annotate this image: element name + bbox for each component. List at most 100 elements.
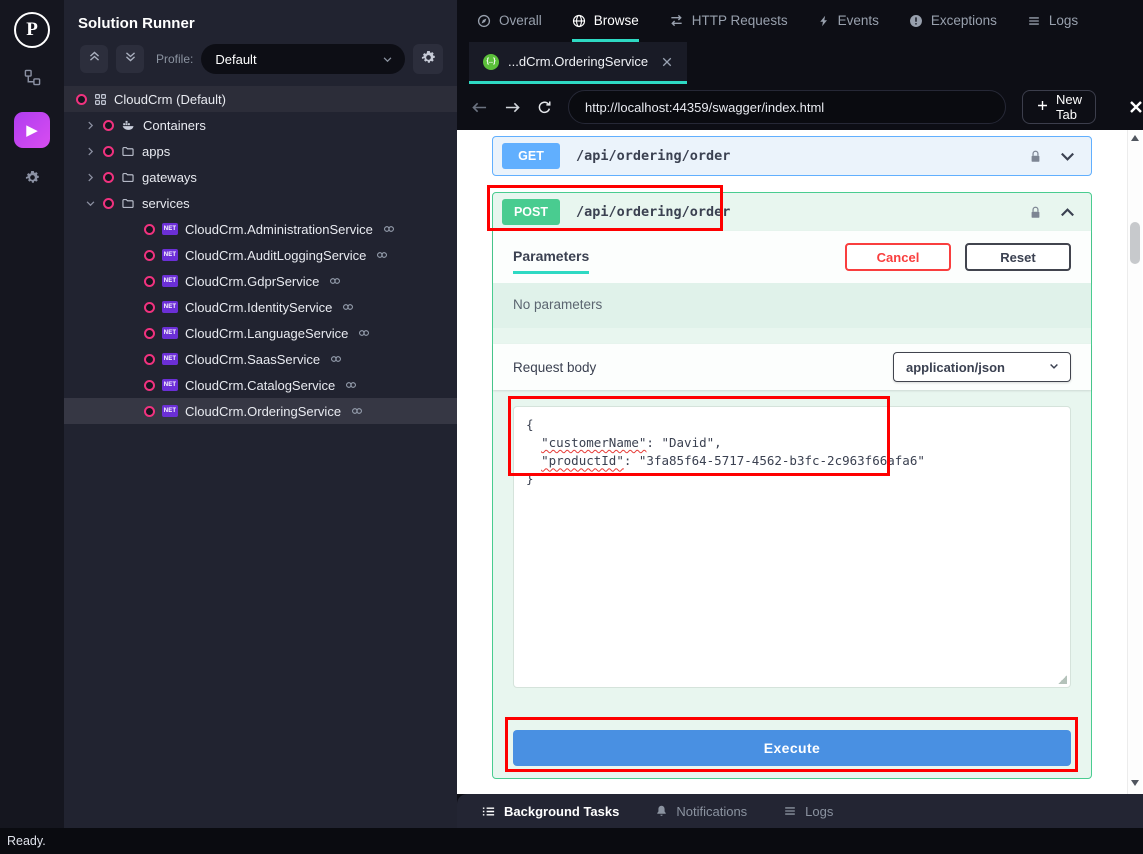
post-operation-header[interactable]: POST /api/ordering/order	[493, 193, 1091, 231]
globe-icon	[572, 14, 586, 28]
tree-item-services[interactable]: services	[64, 190, 457, 216]
chevron-right-icon[interactable]	[84, 120, 96, 131]
tree-item-apps[interactable]: apps	[64, 138, 457, 164]
tab-label: Logs	[1049, 13, 1078, 28]
chevron-right-icon[interactable]	[84, 146, 96, 157]
tree-item-cloudcrm-saasservice[interactable]: NET CloudCrm.SaasService	[64, 346, 457, 372]
vertical-scrollbar[interactable]	[1127, 130, 1142, 794]
tree-item-label: CloudCrm.AuditLoggingService	[185, 248, 366, 263]
address-bar	[568, 90, 1006, 124]
browser-nav-bar: New Tab	[457, 84, 1143, 130]
tree-item-gateways[interactable]: gateways	[64, 164, 457, 190]
profile-dropdown[interactable]: Default	[201, 44, 405, 74]
lock-icon[interactable]	[1029, 149, 1042, 164]
tree-item-cloudcrm-administrationservice[interactable]: NETCloudCrm.AdministrationService	[64, 216, 457, 242]
no-parameters-text: No parameters	[493, 283, 1091, 328]
collapse-chevron-icon[interactable]	[1058, 203, 1077, 222]
link-icon[interactable]	[344, 379, 358, 391]
swagger-content: GET /api/ordering/order POST /api/orderi…	[457, 130, 1143, 794]
tab-label: Events	[838, 13, 879, 28]
tab-label: Exceptions	[931, 13, 997, 28]
link-icon[interactable]	[341, 301, 355, 313]
browser-tab-row: {..} ...dCrm.OrderingService	[457, 42, 1143, 84]
tab-events[interactable]: Events	[818, 0, 879, 42]
tree-item-cloudcrm-identityservice[interactable]: NETCloudCrm.IdentityService	[64, 294, 457, 320]
hierarchy-view-icon[interactable]	[14, 62, 50, 98]
back-button[interactable]	[471, 100, 488, 115]
scroll-down-arrow[interactable]	[1131, 780, 1139, 786]
expand-chevron-icon[interactable]	[1058, 147, 1077, 166]
link-icon[interactable]	[382, 223, 396, 235]
tab-logs[interactable]: Logs	[1027, 0, 1078, 42]
reset-button[interactable]: Reset	[965, 243, 1071, 271]
replica-status-icon	[103, 198, 114, 209]
tree-item-label: Containers	[143, 118, 206, 133]
dotnet-icon: NET	[162, 353, 178, 365]
link-icon[interactable]	[375, 249, 389, 261]
tab-browse[interactable]: Browse	[572, 0, 639, 42]
refresh-button[interactable]	[537, 100, 552, 115]
post-operation-block: POST /api/ordering/order Parameters Canc…	[492, 192, 1092, 779]
tab-exceptions[interactable]: Exceptions	[909, 0, 997, 42]
execute-button[interactable]: Execute	[513, 730, 1071, 766]
profile-settings-button[interactable]	[413, 44, 443, 74]
collapse-all-button[interactable]	[80, 45, 108, 73]
tree-item-label: CloudCrm.CatalogService	[185, 378, 335, 393]
tab-label: Overall	[499, 13, 542, 28]
run-view-button[interactable]: ▶	[14, 112, 50, 148]
chevron-down-icon[interactable]	[84, 198, 96, 209]
folder-icon	[121, 171, 135, 184]
close-tab-icon[interactable]	[661, 56, 673, 68]
browser-tab-orderingservice[interactable]: {..} ...dCrm.OrderingService	[469, 42, 687, 84]
replica-status-icon	[144, 224, 155, 235]
tree-item-cloudcrm-auditloggingservice[interactable]: NETCloudCrm.AuditLoggingService	[64, 242, 457, 268]
lock-icon[interactable]	[1029, 205, 1042, 220]
new-tab-button[interactable]: New Tab	[1022, 90, 1096, 124]
tab-http-requests[interactable]: HTTP Requests	[669, 0, 788, 42]
tree-item-cloudcrm-default[interactable]: CloudCrm (Default)	[64, 86, 457, 112]
bottom-bar-notifications[interactable]: Notifications	[655, 804, 747, 819]
link-icon[interactable]	[350, 405, 364, 417]
tree-item-cloudcrm-catalogservice[interactable]: NETCloudCrm.CatalogService	[64, 372, 457, 398]
get-operation-header[interactable]: GET /api/ordering/order	[493, 137, 1091, 175]
scroll-up-arrow[interactable]	[1131, 135, 1139, 141]
bottom-bar-background-tasks[interactable]: Background Tasks	[481, 804, 619, 819]
replica-status-icon	[103, 120, 114, 131]
post-operation-path: /api/ordering/order	[576, 204, 1029, 220]
request-body-label: Request body	[513, 360, 596, 375]
content-type-select[interactable]: application/json	[893, 352, 1071, 382]
tree-item-label: gateways	[142, 170, 197, 185]
forward-button[interactable]	[504, 100, 521, 115]
link-icon[interactable]	[328, 275, 342, 287]
url-input[interactable]	[569, 100, 1005, 115]
close-all-tabs-icon[interactable]	[1128, 99, 1143, 115]
tree-item-cloudcrm-languageservice[interactable]: NETCloudCrm.LanguageService	[64, 320, 457, 346]
request-body-editor[interactable]: { "customerName": "David", "productId": …	[513, 406, 1071, 688]
dotnet-icon: NET	[162, 275, 178, 287]
cancel-button[interactable]: Cancel	[845, 243, 951, 271]
link-icon[interactable]	[329, 353, 343, 365]
folder-icon	[121, 145, 135, 158]
tree-item-cloudcrm-orderingservice[interactable]: NETCloudCrm.OrderingService	[64, 398, 457, 424]
tree-item-label: CloudCrm (Default)	[114, 92, 226, 107]
replica-status-icon	[103, 172, 114, 183]
bottom-bar-logs[interactable]: Logs	[783, 804, 833, 819]
replica-status-icon	[144, 380, 155, 391]
solution-sidebar: Solution Runner Profile: Default CloudCr…	[64, 0, 457, 828]
tab-label: HTTP Requests	[692, 13, 788, 28]
scrollbar-thumb[interactable]	[1130, 222, 1140, 264]
get-operation-path: /api/ordering/order	[576, 148, 1029, 164]
tree-item-containers[interactable]: Containers	[64, 112, 457, 138]
tree-item-label: CloudCrm.SaasService	[185, 352, 320, 367]
link-icon[interactable]	[357, 327, 371, 339]
dotnet-icon: NET	[162, 327, 178, 339]
settings-button[interactable]	[14, 162, 50, 198]
top-tab-bar: Overall Browse HTTP Requests Events Exceptio…	[457, 0, 1143, 42]
gear-icon	[25, 170, 40, 190]
chevron-right-icon[interactable]	[84, 172, 96, 183]
play-icon: ▶	[26, 121, 38, 139]
tab-overall[interactable]: Overall	[477, 0, 542, 42]
expand-all-button[interactable]	[116, 45, 144, 73]
tree-item-cloudcrm-gdprservice[interactable]: NETCloudCrm.GdprService	[64, 268, 457, 294]
plus-icon	[1036, 99, 1049, 115]
